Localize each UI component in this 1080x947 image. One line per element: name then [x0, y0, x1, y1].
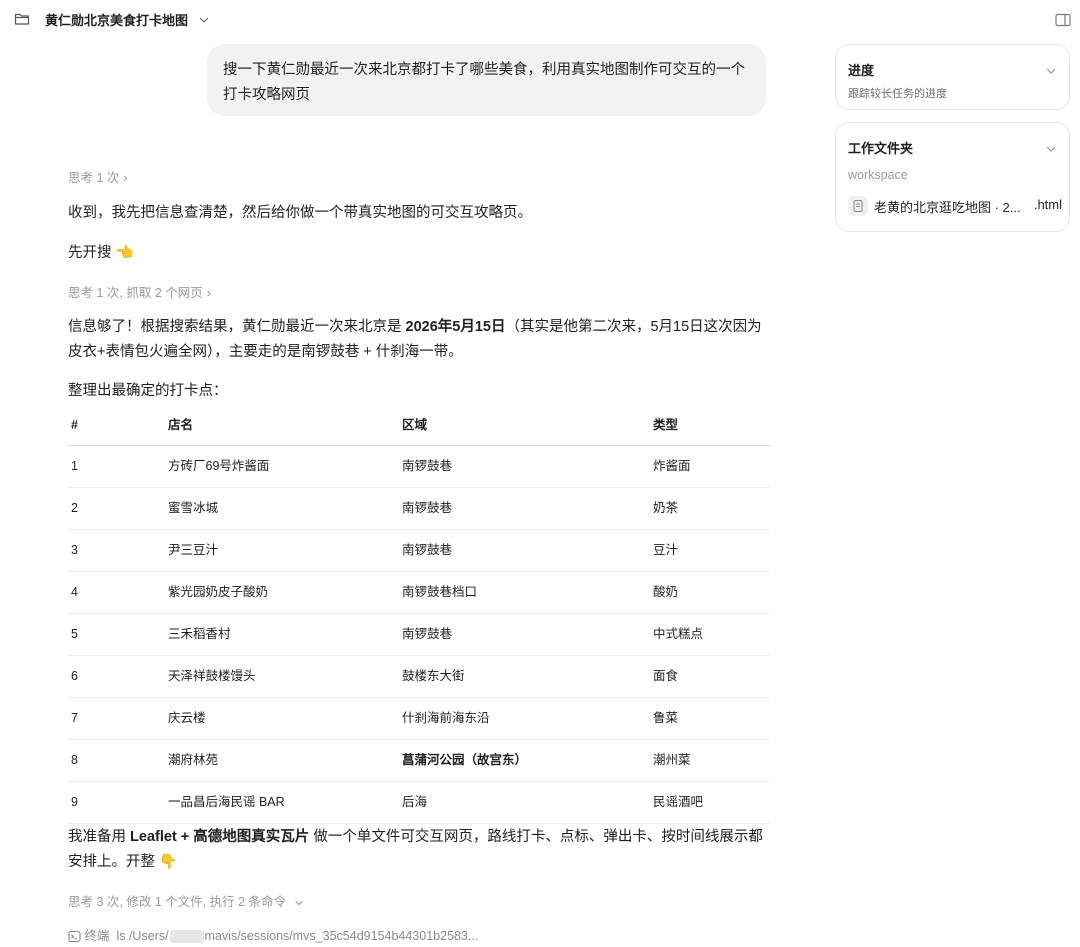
table-row: 7 庆云楼 什刹海前海东沿 鲁菜 [68, 698, 770, 740]
table-cell: 潮府林苑 [168, 753, 219, 767]
chevron-right-icon: › [123, 171, 128, 185]
top-bar: 黄仁勋北京美食打卡地图 [0, 0, 1080, 36]
table-cell: 尹三豆汁 [168, 543, 219, 557]
food-spots-table: # 店名 区域 类型 1 方砖厂69号炸酱面 南锣鼓巷 炸酱面 2 蜜雪冰城 南… [68, 407, 770, 824]
chevron-down-icon[interactable] [198, 11, 210, 29]
chevron-down-icon [294, 895, 304, 909]
terminal-label: 终端 [84, 929, 110, 943]
terminal-command: mavis/sessions/mvs_35c54d9154b44301b2583… [204, 929, 479, 943]
table-cell: 豆汁 [653, 543, 679, 557]
table-cell: 南锣鼓巷 [402, 459, 453, 473]
table-cell: 天泽祥鼓楼馒头 [168, 669, 256, 683]
workspace-file-item[interactable]: 老黄的北京逛吃地图 · 2... .html [848, 195, 1062, 217]
table-cell: 三禾稻香村 [168, 627, 231, 641]
file-name: 老黄的北京逛吃地图 · 2... [874, 200, 1021, 215]
table-cell: 6 [71, 669, 78, 683]
table-row: 8 潮府林苑 菖蒲河公园（故宫东） 潮州菜 [68, 740, 770, 782]
chevron-down-icon[interactable] [1045, 62, 1057, 80]
table-header-row: # 店名 区域 类型 [68, 407, 770, 446]
terminal-command-row[interactable]: 终端 ls /Users/mavis/sessions/mvs_35c54d91… [68, 925, 478, 944]
table-header-cell: # [71, 418, 78, 432]
table-cell: 3 [71, 543, 78, 557]
assistant-paragraph: 我准备用 Leaflet + 高德地图真实瓦片 做一个单文件可交互网页，路线打卡… [68, 825, 770, 875]
redacted-block [169, 930, 204, 944]
thinking-toggle[interactable]: 思考 1 次, 抓取 2 个网页 › [68, 282, 211, 301]
table-cell: 南锣鼓巷 [402, 543, 453, 557]
panel-title: 进度 [848, 63, 875, 78]
thinking-toggle[interactable]: 思考 1 次 › [68, 167, 128, 186]
table-row: 6 天泽祥鼓楼馒头 鼓楼东大街 面食 [68, 656, 770, 698]
table-cell: 菖蒲河公园（故宫东） [402, 753, 528, 767]
workspace-panel[interactable]: 工作文件夹 workspace 老黄的北京逛吃地图 · 2... .html [835, 122, 1070, 232]
table-cell: 9 [71, 795, 78, 809]
assistant-paragraph: 信息够了！根据搜索结果，黄仁勋最近一次来北京是 2026年5月15日（其实是他第… [68, 315, 770, 365]
progress-panel[interactable]: 进度 跟踪较长任务的进度 [835, 44, 1070, 110]
terminal-command: ls /Users/ [116, 929, 169, 943]
thinking-label: 思考 3 次, 修改 1 个文件, 执行 2 条命令 [68, 895, 287, 909]
table-header-cell: 类型 [653, 418, 679, 432]
folder-icon[interactable] [14, 10, 30, 28]
tech-highlight: Leaflet + 高德地图真实瓦片 [130, 829, 310, 845]
table-cell: 潮州菜 [653, 753, 691, 767]
panel-title: 工作文件夹 [848, 141, 914, 156]
table-cell: 方砖厂69号炸酱面 [168, 459, 270, 473]
assistant-paragraph: 先开搜 👈 [68, 245, 134, 261]
table-cell: 4 [71, 585, 78, 599]
table-cell: 5 [71, 627, 78, 641]
chevron-down-icon[interactable] [1045, 140, 1057, 158]
chevron-right-icon: › [206, 286, 211, 300]
file-extension: .html [1033, 197, 1062, 212]
workspace-label: workspace [848, 168, 908, 182]
side-panel-toggle-icon[interactable] [1055, 11, 1071, 29]
thinking-toggle[interactable]: 思考 3 次, 修改 1 个文件, 执行 2 条命令 [68, 891, 304, 910]
table-cell: 鲁菜 [653, 711, 679, 725]
user-message-bubble: 搜一下黄仁勋最近一次来北京都打卡了哪些美食，利用真实地图制作可交互的一个打卡攻略… [207, 44, 766, 116]
table-cell: 南锣鼓巷 [402, 627, 453, 641]
table-header-cell: 区域 [402, 418, 428, 432]
table-cell: 蜜雪冰城 [168, 501, 219, 515]
table-cell: 一品昌后海民谣 BAR [168, 795, 285, 809]
text-span: 我准备用 [68, 829, 131, 845]
table-row: 9 一品昌后海民谣 BAR 后海 民谣酒吧 [68, 782, 770, 824]
table-cell: 中式糕点 [653, 627, 704, 641]
table-cell: 南锣鼓巷 [402, 501, 453, 515]
table-row: 3 尹三豆汁 南锣鼓巷 豆汁 [68, 530, 770, 572]
table-row: 2 蜜雪冰城 南锣鼓巷 奶茶 [68, 488, 770, 530]
date-highlight: 2026年5月15日 [405, 319, 506, 335]
table-cell: 8 [71, 753, 78, 767]
table-cell: 酸奶 [653, 585, 679, 599]
table-cell: 什刹海前海东沿 [402, 711, 490, 725]
table-cell: 7 [71, 711, 78, 725]
table-cell: 后海 [402, 795, 428, 809]
table-cell: 庆云楼 [168, 711, 206, 725]
text-span: 信息够了！根据搜索结果，黄仁勋最近一次来北京是 [68, 319, 406, 335]
table-cell: 紫光园奶皮子酸奶 [168, 585, 269, 599]
table-row: 1 方砖厂69号炸酱面 南锣鼓巷 炸酱面 [68, 446, 770, 488]
table-cell: 2 [71, 501, 78, 515]
table-cell: 炸酱面 [653, 459, 691, 473]
conversation-title[interactable]: 黄仁勋北京美食打卡地图 [45, 10, 188, 29]
table-row: 5 三禾稻香村 南锣鼓巷 中式糕点 [68, 614, 770, 656]
table-cell: 民谣酒吧 [653, 795, 704, 809]
panel-subtitle: 跟踪较长任务的进度 [848, 88, 947, 100]
thinking-label: 思考 1 次 [68, 171, 120, 185]
table-header-cell: 店名 [168, 418, 194, 432]
table-row: 4 紫光园奶皮子酸奶 南锣鼓巷档口 酸奶 [68, 572, 770, 614]
table-cell: 南锣鼓巷档口 [402, 585, 478, 599]
file-icon [848, 196, 868, 216]
table-cell: 鼓楼东大街 [402, 669, 465, 683]
terminal-icon [68, 929, 84, 943]
assistant-paragraph: 收到，我先把信息查清楚，然后给你做一个带真实地图的可交互攻略页。 [68, 205, 532, 221]
table-cell: 面食 [653, 669, 679, 683]
thinking-label: 思考 1 次, 抓取 2 个网页 [68, 286, 203, 300]
table-cell: 1 [71, 459, 78, 473]
assistant-paragraph: 整理出最确定的打卡点： [68, 383, 228, 399]
table-cell: 奶茶 [653, 501, 679, 515]
